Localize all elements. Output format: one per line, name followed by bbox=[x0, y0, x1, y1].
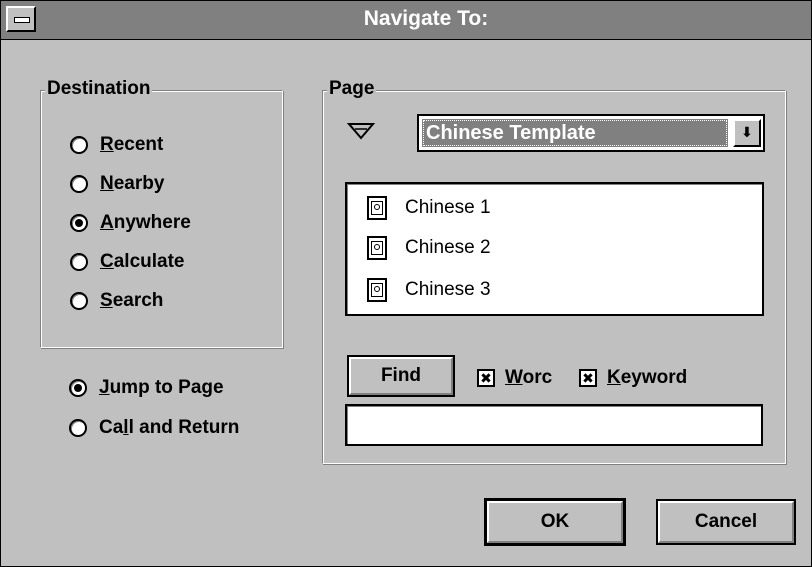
word-checkbox[interactable]: ✖ Worc bbox=[477, 365, 552, 391]
radio-label: Anywhere bbox=[100, 212, 191, 233]
system-menu-icon bbox=[14, 17, 30, 23]
cancel-button[interactable]: Cancel bbox=[656, 499, 796, 545]
destination-group-label: Destination bbox=[45, 78, 153, 100]
radio-label: Jump to Page bbox=[99, 377, 224, 398]
radio-label: Recent bbox=[100, 134, 164, 155]
list-item-label: Chinese 3 bbox=[405, 279, 491, 300]
list-item[interactable]: Chinese 3 bbox=[367, 278, 491, 302]
triangle-down-icon bbox=[347, 123, 375, 140]
radio-jump-to-page[interactable]: Jump to Page bbox=[69, 375, 224, 401]
page-group-label: Page bbox=[327, 78, 377, 100]
list-item[interactable]: Chinese 2 bbox=[367, 236, 491, 260]
checkbox-indicator[interactable]: ✖ bbox=[477, 369, 495, 387]
ok-button-label: OK bbox=[540, 511, 570, 532]
radio-indicator[interactable] bbox=[70, 253, 88, 271]
radio-recent[interactable]: Recent bbox=[70, 132, 163, 158]
page-list[interactable]: Chinese 1 Chinese 2 Chinese 3 bbox=[345, 182, 764, 316]
radio-indicator[interactable] bbox=[70, 136, 88, 154]
radio-indicator[interactable] bbox=[69, 419, 87, 437]
radio-calculate[interactable]: Calculate bbox=[70, 249, 185, 275]
checkbox-label: Keyword bbox=[607, 367, 688, 388]
page-document-icon bbox=[367, 236, 387, 260]
find-button-label: Find bbox=[380, 365, 422, 386]
radio-search[interactable]: Search bbox=[70, 288, 163, 314]
checkbox-label: Worc bbox=[505, 367, 553, 388]
radio-indicator[interactable] bbox=[70, 214, 88, 232]
radio-label: Search bbox=[100, 290, 164, 311]
page-document-icon bbox=[367, 196, 387, 220]
page-document-icon bbox=[367, 278, 387, 302]
list-item-label: Chinese 1 bbox=[405, 197, 491, 218]
radio-label: Calculate bbox=[100, 251, 185, 272]
checkbox-indicator[interactable]: ✖ bbox=[579, 369, 597, 387]
list-item[interactable]: Chinese 1 bbox=[367, 196, 491, 220]
radio-label: Call and Return bbox=[99, 417, 240, 438]
navigate-to-dialog: Navigate To: Destination Recent Nearby A… bbox=[0, 0, 812, 567]
keyword-checkbox[interactable]: ✖ Keyword bbox=[579, 365, 687, 391]
dropdown-selected-value[interactable]: Chinese Template bbox=[422, 119, 728, 147]
destination-group: Destination Recent Nearby Anywhere Calcu… bbox=[40, 78, 283, 348]
find-button[interactable]: Find bbox=[347, 355, 455, 397]
radio-nearby[interactable]: Nearby bbox=[70, 171, 164, 197]
radio-call-and-return[interactable]: Call and Return bbox=[69, 415, 239, 441]
list-item-label: Chinese 2 bbox=[405, 237, 491, 258]
window-title: Navigate To: bbox=[363, 7, 489, 30]
cancel-button-label: Cancel bbox=[694, 511, 758, 532]
dropdown-arrow-button[interactable]: ⬇ bbox=[733, 119, 761, 147]
page-template-dropdown[interactable]: Chinese Template ⬇ bbox=[417, 114, 765, 152]
system-menu-button[interactable] bbox=[6, 6, 36, 32]
title-bar[interactable]: Navigate To: bbox=[1, 1, 811, 40]
radio-indicator[interactable] bbox=[69, 379, 87, 397]
radio-indicator[interactable] bbox=[70, 175, 88, 193]
search-input[interactable] bbox=[345, 404, 763, 446]
radio-indicator[interactable] bbox=[70, 292, 88, 310]
down-arrow-icon: ⬇ bbox=[741, 124, 753, 140]
radio-label: Nearby bbox=[100, 173, 165, 194]
radio-anywhere[interactable]: Anywhere bbox=[70, 210, 191, 236]
ok-button[interactable]: OK bbox=[484, 498, 626, 546]
